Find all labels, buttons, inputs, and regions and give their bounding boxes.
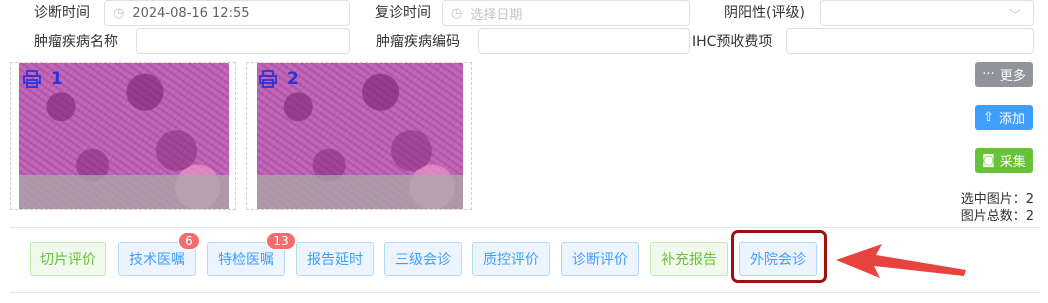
chevron-down-icon: ﹀	[1008, 8, 1021, 22]
tab-external-consultation[interactable]: 外院会诊	[739, 242, 817, 276]
tab-label: 外院会诊	[750, 252, 806, 268]
camera-icon: ◙	[982, 153, 995, 168]
image-label: 2	[259, 69, 299, 89]
diagnosis-time-field[interactable]: ◷ 2024-08-16 12:55	[104, 0, 350, 26]
followup-time-label: 复诊时间	[375, 5, 431, 21]
ihc-fee-label: IHC预收费项	[692, 34, 773, 50]
more-button[interactable]: ··· 更多	[975, 62, 1033, 87]
tab-tertiary-consultation[interactable]: 三级会诊	[384, 242, 462, 276]
divider	[10, 227, 1040, 228]
tab-label: 诊断评价	[572, 252, 628, 268]
print-icon	[23, 70, 41, 88]
tab-label: 补充报告	[661, 252, 717, 268]
diagnosis-time-label: 诊断时间	[34, 5, 90, 21]
tab-report-delay[interactable]: 报告延时	[296, 242, 374, 276]
polarity-select[interactable]: ﹀	[820, 0, 1034, 26]
total-count: 图片总数：2	[960, 209, 1034, 224]
capture-label: 采集	[999, 155, 1026, 170]
tab-label: 三级会诊	[395, 252, 451, 268]
add-button[interactable]: ⇧ 添加	[975, 105, 1033, 130]
selected-count: 选中图片：2	[960, 192, 1034, 207]
annotation-arrow-icon	[836, 244, 966, 278]
ihc-fee-input[interactable]	[786, 28, 1034, 54]
tumor-code-input[interactable]	[478, 28, 690, 54]
clock-icon: ◷	[113, 5, 125, 21]
tab-label: 切片评价	[40, 252, 96, 268]
tumor-name-label: 肿瘤疾病名称	[34, 34, 118, 50]
tumor-name-input[interactable]	[136, 28, 350, 54]
tab-label: 质控评价	[483, 252, 539, 268]
upload-icon: ⇧	[983, 110, 994, 125]
special-exam-orders-badge: 13	[266, 232, 296, 250]
tab-slice-evaluation[interactable]: 切片评价	[30, 242, 106, 276]
clock-icon: ◷	[451, 5, 463, 21]
tab-supplementary-report[interactable]: 补充报告	[650, 242, 728, 276]
diagnosis-time-value: 2024-08-16 12:55	[132, 5, 250, 21]
followup-time-field[interactable]: ◷ 选择日期	[442, 0, 690, 26]
image-thumbnail-2[interactable]: 2	[246, 62, 472, 210]
capture-button[interactable]: ◙ 采集	[975, 148, 1033, 173]
followup-time-placeholder: 选择日期	[470, 7, 523, 23]
image-thumbnail-1[interactable]: 1	[10, 62, 236, 210]
technical-orders-badge: 6	[178, 232, 200, 250]
add-label: 添加	[998, 112, 1025, 127]
image-number: 2	[287, 69, 299, 89]
tab-label: 技术医嘱	[129, 252, 185, 268]
tab-quality-evaluation[interactable]: 质控评价	[472, 242, 550, 276]
image-overlay	[19, 175, 229, 209]
tumor-code-label: 肿瘤疾病编码	[376, 34, 460, 50]
divider	[10, 292, 1040, 293]
image-overlay	[257, 175, 463, 209]
more-icon: ···	[982, 67, 995, 82]
tab-label: 特检医嘱	[218, 252, 274, 268]
image-number: 1	[51, 69, 63, 89]
more-label: 更多	[999, 69, 1026, 84]
image-label: 1	[23, 69, 63, 89]
tab-label: 报告延时	[307, 252, 363, 268]
tab-diagnosis-evaluation[interactable]: 诊断评价	[561, 242, 639, 276]
polarity-label: 阴阳性(评级)	[724, 5, 805, 21]
print-icon	[259, 70, 277, 88]
